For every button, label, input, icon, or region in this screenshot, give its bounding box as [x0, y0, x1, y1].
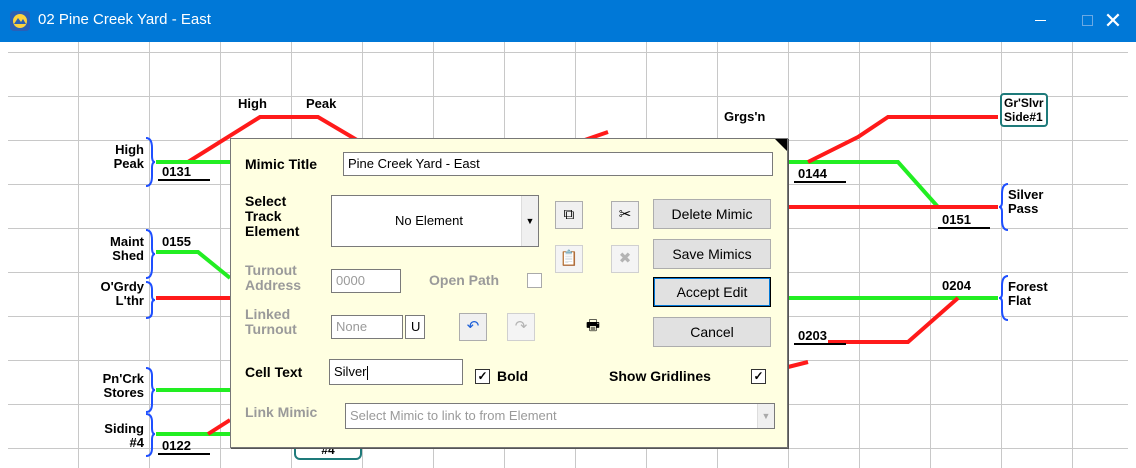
- corner-marker: [775, 139, 787, 151]
- track-number-0151: 0151: [938, 212, 990, 229]
- accept-edit-button[interactable]: Accept Edit: [653, 277, 771, 307]
- track-number-0122: 0122: [158, 438, 210, 455]
- copy-button[interactable]: ⧉: [555, 201, 583, 229]
- cut-button[interactable]: ✂: [611, 201, 639, 229]
- label-grgsn: Grgs'n: [724, 109, 766, 124]
- label-high-peak-left: High Peak: [113, 142, 144, 171]
- label-peak-top: Peak: [306, 96, 337, 111]
- show-gridlines-checkbox[interactable]: ✓: [751, 369, 766, 384]
- mimic-edit-dialog: Mimic Title Pine Creek Yard - East Selec…: [230, 138, 788, 448]
- label-siding-4: Siding #4: [104, 421, 144, 450]
- print-button[interactable]: 🖶: [579, 313, 607, 341]
- label-pncrk-stores: Pn'Crk Stores: [102, 371, 144, 400]
- cell-text-label: Cell Text: [245, 364, 303, 380]
- cut-icon: ✂: [618, 206, 632, 223]
- app-icon: [10, 11, 30, 31]
- track-number-0204: 0204: [942, 278, 971, 293]
- window-titlebar: 02 Pine Creek Yard - East ✕: [0, 0, 1136, 42]
- right-brackets: [998, 183, 1009, 321]
- track-number-0131: 0131: [158, 164, 210, 181]
- open-path-label: Open Path: [429, 272, 500, 288]
- text-cursor: [366, 365, 368, 380]
- mimic-title-input[interactable]: Pine Creek Yard - East: [343, 152, 773, 176]
- cancel-button[interactable]: Cancel: [653, 317, 771, 347]
- window-title: 02 Pine Creek Yard - East: [38, 11, 211, 28]
- close-button[interactable]: ✕: [1090, 0, 1136, 42]
- turnout-address-label: Turnout Address: [245, 262, 302, 293]
- cell-text-input[interactable]: Silver: [329, 359, 463, 385]
- paste-icon: 📋: [559, 250, 579, 267]
- show-gridlines-label: Show Gridlines: [609, 368, 711, 384]
- bold-checkbox[interactable]: ✓: [475, 369, 490, 384]
- minimize-button[interactable]: [1018, 0, 1064, 42]
- delete-mimic-button[interactable]: Delete Mimic: [653, 199, 771, 229]
- link-mimic-placeholder: Select Mimic to link to from Element: [350, 408, 557, 423]
- redo-button[interactable]: ↷: [507, 313, 535, 341]
- track-number-0155: 0155: [162, 234, 191, 249]
- copy-icon: ⧉: [563, 206, 575, 223]
- dropdown-arrow-icon[interactable]: ▼: [521, 196, 538, 246]
- track-element-select[interactable]: No Element ▼: [331, 195, 539, 247]
- open-path-checkbox[interactable]: [527, 273, 542, 288]
- mimic-title-label: Mimic Title: [245, 156, 318, 172]
- save-mimics-button[interactable]: Save Mimics: [653, 239, 771, 269]
- paste-button[interactable]: 📋: [555, 245, 583, 273]
- link-mimic-dropdown-icon[interactable]: ▼: [757, 404, 774, 428]
- label-maint-shed: Maint Shed: [110, 234, 144, 263]
- left-brackets: [145, 137, 156, 457]
- delete-element-icon: ✖: [618, 250, 632, 267]
- linked-turnout-suffix[interactable]: U: [405, 315, 425, 339]
- label-ogrdy: O'Grdy L'thr: [100, 279, 144, 308]
- select-track-element-label: Select Track Element: [245, 193, 300, 239]
- redo-icon: ↷: [514, 318, 528, 335]
- link-mimic-label: Link Mimic: [245, 404, 318, 420]
- link-mimic-select[interactable]: Select Mimic to link to from Element ▼: [345, 403, 775, 429]
- undo-button[interactable]: ↶: [459, 313, 487, 341]
- close-icon: ✕: [1103, 8, 1123, 33]
- label-silver-pass: Silver Pass: [1008, 187, 1044, 216]
- track-number-0203: 0203: [794, 328, 846, 345]
- undo-icon: ↶: [466, 318, 480, 335]
- label-high-top: High: [238, 96, 267, 111]
- delete-element-button[interactable]: ✖: [611, 245, 639, 273]
- track-element-value: No Element: [395, 213, 463, 228]
- linked-turnout-label: Linked Turnout: [245, 306, 297, 337]
- minimize-icon: [1035, 20, 1046, 21]
- bold-label: Bold: [497, 368, 529, 384]
- label-forest-flat: Forest Flat: [1008, 279, 1048, 308]
- track-number-0144: 0144: [794, 166, 846, 183]
- turnout-address-input[interactable]: 0000: [331, 269, 401, 293]
- linked-turnout-input[interactable]: None: [331, 315, 403, 339]
- print-icon: 🖶: [585, 317, 601, 334]
